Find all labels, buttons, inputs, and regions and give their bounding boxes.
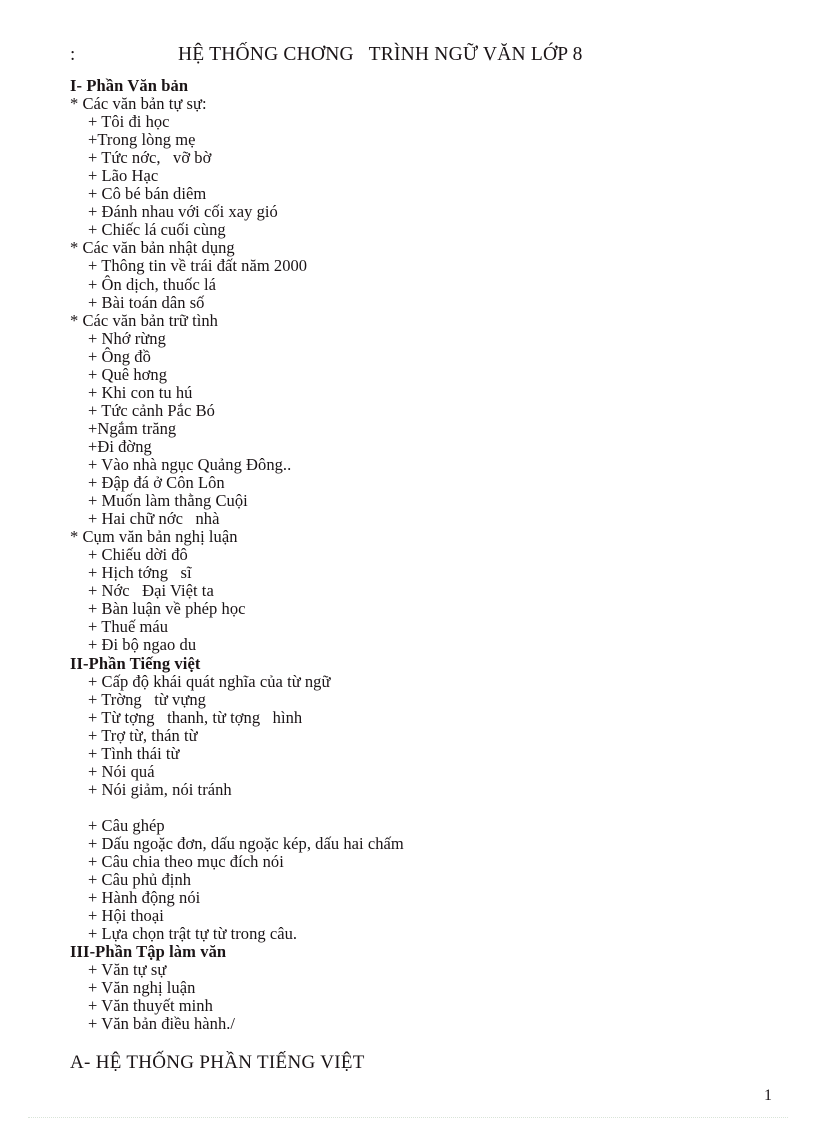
outline-item: + Nớc Đại Việt ta [88,581,214,601]
outline-item: + Cấp độ khái quát nghĩa của từ ngữ [88,671,331,691]
header-left-marker: : [70,44,76,65]
outline-item: + Đập đá ở Côn Lôn [88,473,225,493]
outline-item: + Câu phủ định [88,870,192,890]
outline-item: + Tức nớc, vỡ bờ [88,148,212,168]
outline-item: + Lựa chọn trật tự từ trong câu. [88,924,298,944]
outline-item: + Ôn dịch, thuốc lá [88,274,217,294]
outline-item: + Muốn làm thằng Cuội [88,491,248,511]
page-number: 1 [764,1087,772,1104]
outline-item: + Trờng từ vựng [88,689,206,709]
outline-item: + Quê hơng [88,364,168,384]
outline-item: + Đi bộ ngao du [88,635,197,655]
outline-item: + Nói quá [88,761,155,781]
outline-item: * Các văn bản nhật dụng [70,238,235,258]
outline-item: +Đi đờng [88,436,152,456]
page-title: HỆ THỐNG CHƠNG TRÌNH NGỮ VĂN LỚP 8 [178,44,583,65]
outline-heading: I- Phần Văn bản [70,76,189,95]
outline-item: + Ông đồ [88,346,151,366]
outline-item: + Bàn luận về phép học [88,599,246,619]
outline-item: +Ngắm trăng [88,418,177,438]
section-a-heading: A- HỆ THỐNG PHẦN TIẾNG VIỆT [70,1052,365,1073]
outline-item: + Văn nghị luận [88,978,196,998]
footer-divider [28,1117,788,1119]
outline-item: + Câu chia theo mục đích nói [88,852,284,872]
outline-item: + Bài toán dân số [88,292,205,312]
page-header: : HỆ THỐNG CHƠNG TRÌNH NGỮ VĂN LỚP 8 [70,44,750,70]
outline-item: + Câu ghép [88,815,165,835]
outline-item: + Từ tợng thanh, từ tợng hình [88,707,303,727]
outline-item: + Khi con tu hú [88,382,193,402]
outline-item: + Hai chữ nớc nhà [88,509,220,529]
outline-item: + Hành động nói [88,888,201,908]
outline-item: +Trong lòng mẹ [88,130,196,150]
outline-item: * Các văn bản trữ tình [70,310,218,330]
outline-item: + Thuế máu [88,617,169,637]
outline-item: + Cô bé bán diêm [88,184,207,204]
outline-item: + Tức cảnh Pắc Bó [88,400,215,420]
outline-item: + Trợ từ, thán từ [88,725,198,745]
outline-item: + Tôi đi học [88,112,170,132]
outline-item: + Thông tin về trái đất năm 2000 [88,256,308,276]
outline-item: + Nói giảm, nói tránh [88,779,232,799]
outline-item: + Văn bản điều hành./ [88,1014,236,1034]
outline-item: + Hội thoại [88,906,164,926]
outline-heading: II-Phần Tiếng việt [70,653,201,673]
outline-item: + Vào nhà ngục Quảng Đông.. [88,454,292,474]
outline-item: * Cụm văn bản nghị luận [70,527,238,547]
outline-item: + Văn thuyết minh [88,996,213,1016]
document-content: I- Phần Văn bản * Các văn bản tự sự: + Tôi… [70,76,770,1034]
outline-item: + Lão Hạc [88,166,159,186]
outline-item: + Hịch tớng sĩ [88,563,192,583]
document-page: : HỆ THỐNG CHƠNG TRÌNH NGỮ VĂN LỚP 8 I- … [0,0,816,1123]
outline-item: + Tình thái từ [88,743,180,763]
outline-item: + Chiếu dời đô [88,545,188,565]
outline-item: + Nhớ rừng [88,328,166,348]
outline-item: + Văn tự sự [88,960,167,980]
outline-spacer [70,799,770,817]
outline-item: + Đánh nhau với cối xay gió [88,202,278,222]
outline-item: + Dấu ngoặc đơn, dấu ngoặc kép, dấu hai … [88,833,404,853]
outline-item: * Các văn bản tự sự: [70,94,207,114]
outline-heading: III-Phần Tập làm văn [70,942,227,962]
outline-item: + Chiếc lá cuối cùng [88,220,226,240]
